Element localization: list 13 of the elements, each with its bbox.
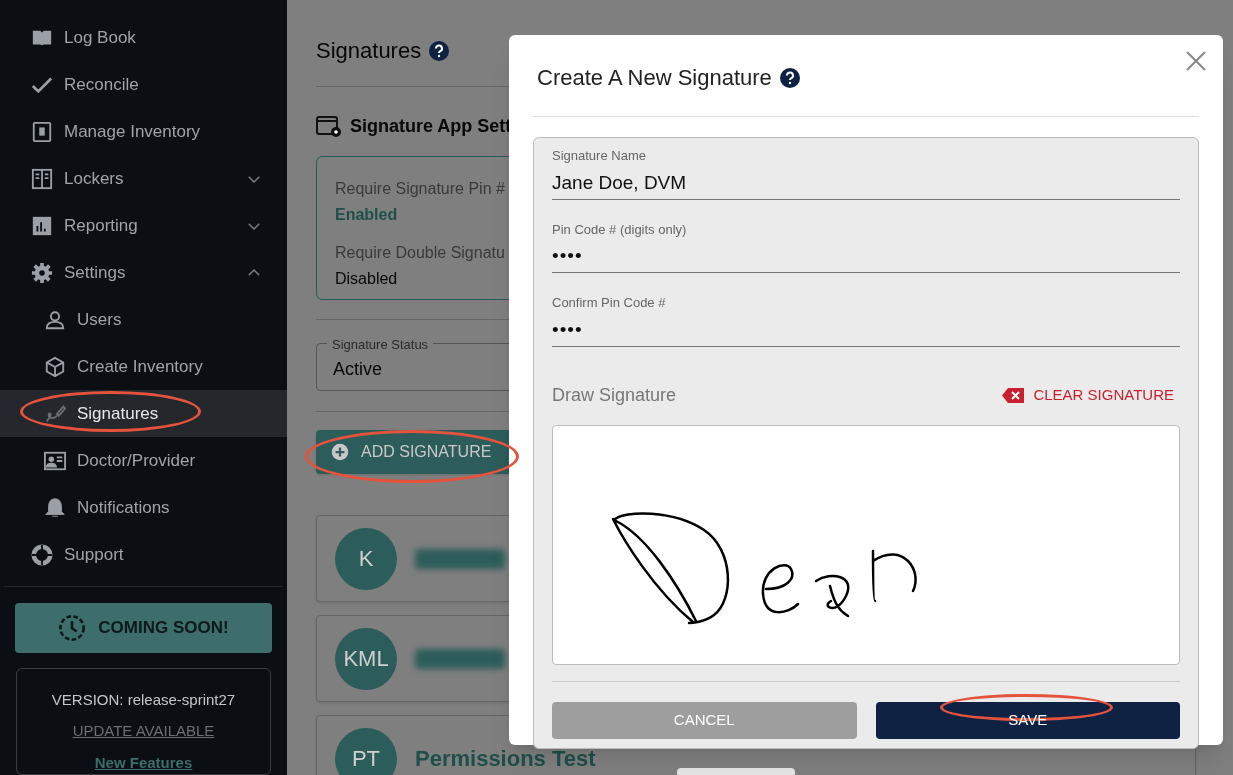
signature-name: Permissions Test xyxy=(415,745,596,773)
version-text: VERSION: release-sprint27 xyxy=(51,689,236,710)
section-title: Signature App Sett xyxy=(350,115,512,138)
avatar: K xyxy=(335,527,397,590)
page-title: Signatures xyxy=(316,37,422,65)
dialog-title: Create A New Signature xyxy=(537,64,772,92)
setting-value: Disabled xyxy=(335,269,399,289)
avatar: KML xyxy=(335,627,397,690)
setting-label: Require Double Signatu xyxy=(335,243,506,263)
setting-label: Require Signature Pin # xyxy=(335,179,506,199)
setting-value: Enabled xyxy=(335,205,399,225)
avatar: PT xyxy=(335,727,397,775)
draw-label: Draw Signature xyxy=(552,383,677,407)
